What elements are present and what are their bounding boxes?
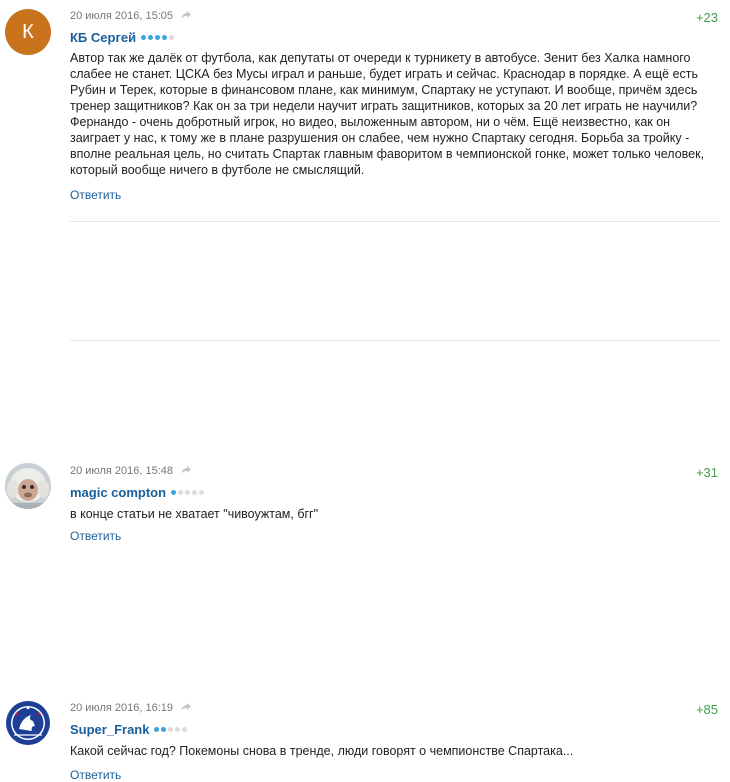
- reply-link[interactable]: Ответить: [70, 529, 121, 543]
- reply-link[interactable]: Ответить: [70, 188, 121, 202]
- author-name-link[interactable]: Super_Frank: [70, 722, 149, 737]
- user-avatar[interactable]: [5, 463, 51, 509]
- user-avatar[interactable]: [5, 700, 51, 746]
- reply-link[interactable]: Ответить: [70, 768, 121, 782]
- share-icon[interactable]: [180, 702, 192, 712]
- comment-score[interactable]: +31: [696, 465, 718, 480]
- rating-dot: [182, 727, 188, 732]
- comment-score[interactable]: +23: [696, 10, 718, 25]
- rating-dot: [199, 490, 205, 495]
- comment-score[interactable]: +85: [696, 702, 718, 717]
- rating-dot: [141, 35, 147, 40]
- rating-dot: [162, 35, 168, 40]
- rating-dot: [192, 490, 198, 495]
- rating-dots: [154, 727, 188, 732]
- rating-dots: [141, 35, 175, 40]
- comment: 20 июля 2016, 15:48 +31 magic compton в …: [0, 222, 730, 543]
- date-text: 20 июля 2016, 15:48: [70, 465, 173, 477]
- comment-text: Какой сейчас год? Покемоны снова в тренд…: [70, 744, 574, 758]
- rating-dot: [175, 727, 181, 732]
- rating-dot: [155, 35, 161, 40]
- share-icon[interactable]: [180, 10, 192, 20]
- author-name-link[interactable]: magic compton: [70, 485, 166, 500]
- date-text: 20 июля 2016, 16:19: [70, 702, 173, 714]
- comment: 20 июля 2016, 16:19 +85 Super_Frank Како…: [0, 341, 730, 782]
- comment: К 20 июля 2016, 15:05 +23 КБ Сергей Авто…: [0, 0, 730, 222]
- rating-dot: [168, 727, 174, 732]
- comment-text: Автор так же далёк от футбола, как депут…: [70, 51, 705, 177]
- comment-date: 20 июля 2016, 15:48: [70, 465, 192, 477]
- comment-author: Super_Frank: [70, 722, 188, 737]
- user-avatar[interactable]: К: [5, 9, 51, 55]
- date-text: 20 июля 2016, 15:05: [70, 10, 173, 22]
- rating-dot: [148, 35, 154, 40]
- rating-dots: [171, 490, 205, 495]
- share-icon[interactable]: [180, 465, 192, 475]
- rating-dot: [171, 490, 177, 495]
- rating-dot: [178, 490, 184, 495]
- comment-text: в конце статьи не хватает "чивоужтам, бг…: [70, 507, 319, 521]
- rating-dot: [161, 727, 167, 732]
- rating-dot: [169, 35, 175, 40]
- comment-author: magic compton: [70, 485, 205, 500]
- comment-date: 20 июля 2016, 16:19: [70, 702, 192, 714]
- chelsea-crest-icon: [6, 701, 50, 745]
- rating-dot: [154, 727, 160, 732]
- comment-date: 20 июля 2016, 15:05: [70, 10, 192, 22]
- comment-author: КБ Сергей: [70, 30, 175, 45]
- rating-dot: [185, 490, 191, 495]
- monkey-photo-avatar-icon: [5, 463, 51, 509]
- avatar-letter: К: [22, 20, 34, 43]
- author-name-link[interactable]: КБ Сергей: [70, 30, 136, 45]
